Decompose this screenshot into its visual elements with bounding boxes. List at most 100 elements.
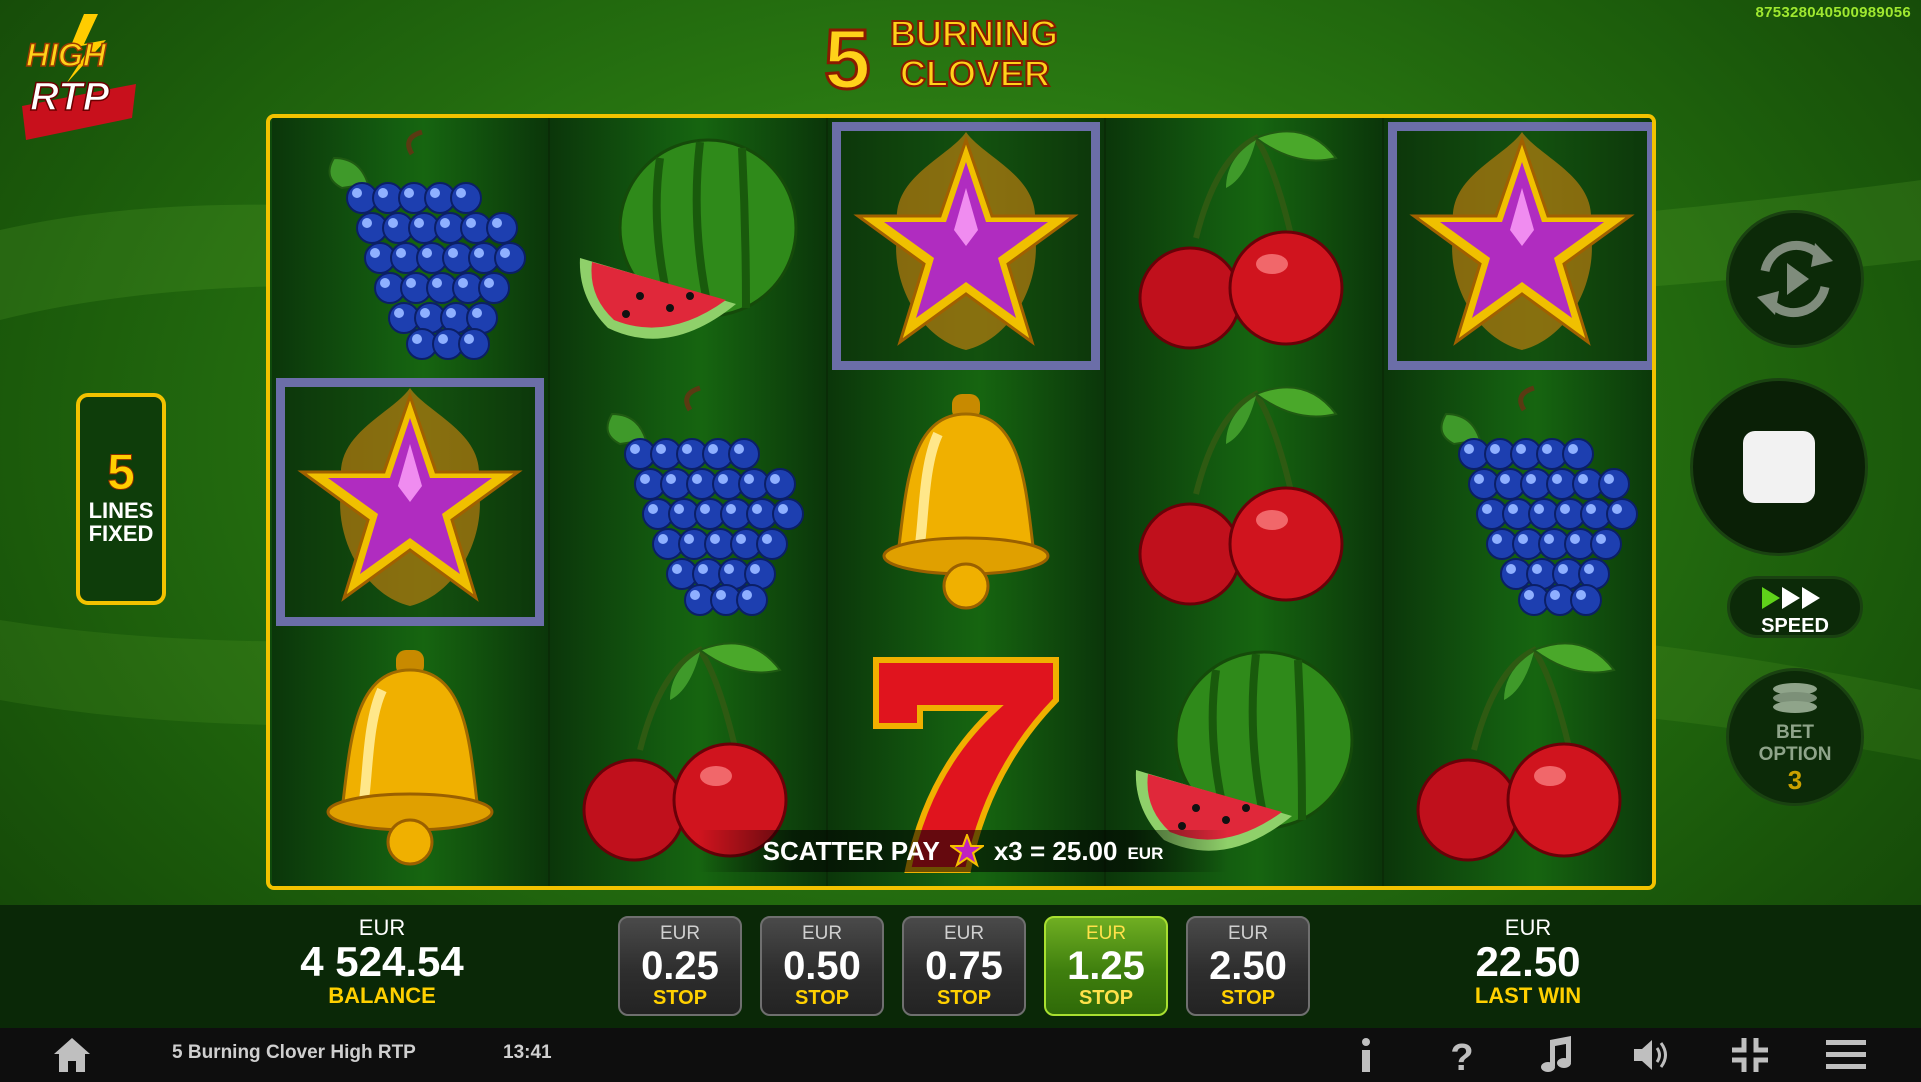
autoplay-button[interactable] bbox=[1726, 210, 1864, 348]
logo-text-rtp: RTP bbox=[30, 75, 110, 119]
watermelon-icon bbox=[579, 138, 798, 339]
bet-button-0-50[interactable]: EUR 0.50 STOP bbox=[760, 916, 884, 1016]
bet-currency: EUR bbox=[1085, 923, 1127, 944]
bet-value: 0.75 bbox=[925, 944, 1003, 988]
reel-1 bbox=[272, 118, 548, 886]
info-icon[interactable] bbox=[1344, 1034, 1388, 1076]
title-number: 5 bbox=[824, 12, 871, 96]
last-win-value: 22.50 bbox=[1475, 938, 1581, 985]
stop-square-icon bbox=[1743, 431, 1815, 503]
music-icon[interactable] bbox=[1536, 1034, 1580, 1076]
help-icon[interactable]: ? bbox=[1440, 1034, 1484, 1076]
bet-value: 0.50 bbox=[783, 944, 861, 988]
fast-forward-icon bbox=[1762, 587, 1820, 609]
reel-grid bbox=[266, 114, 1656, 890]
bet-currency: EUR bbox=[943, 923, 985, 944]
bet-currency: EUR bbox=[801, 923, 843, 944]
reel-separator bbox=[826, 118, 828, 886]
menu-icon[interactable] bbox=[1824, 1034, 1868, 1076]
coins-icon bbox=[1773, 683, 1817, 713]
game-title-logo: 5 BURNING CLOVER bbox=[823, 12, 1060, 96]
cherries-symbol bbox=[1384, 630, 1652, 886]
grapes-symbol bbox=[1384, 374, 1652, 630]
star-symbol bbox=[272, 374, 548, 630]
grapes-symbol bbox=[550, 374, 826, 630]
bet-button-0-25[interactable]: EUR 0.25 STOP bbox=[618, 916, 742, 1016]
balance-currency: EUR bbox=[358, 915, 406, 940]
bet-option-label-2: OPTION bbox=[1758, 744, 1832, 765]
watermelon-symbol bbox=[550, 118, 826, 374]
grapes-symbol bbox=[272, 118, 548, 374]
speed-button[interactable]: SPEED bbox=[1727, 576, 1863, 638]
win-multiplier: x3 = 25.00 bbox=[993, 835, 1118, 866]
home-icon[interactable] bbox=[50, 1034, 94, 1076]
grapes-icon bbox=[328, 129, 526, 360]
star-icon bbox=[949, 834, 984, 868]
title-word-burning: BURNING bbox=[890, 13, 1058, 54]
autoplay-icon bbox=[1757, 240, 1833, 318]
lines-label: LINES bbox=[88, 498, 154, 523]
last-win-currency: EUR bbox=[1504, 915, 1552, 940]
reel-4 bbox=[1106, 118, 1382, 886]
title-word-clover: CLOVER bbox=[900, 53, 1050, 94]
reel-separator bbox=[1382, 118, 1384, 886]
bet-option-label-1: BET bbox=[1776, 722, 1814, 743]
status-game-name: 5 Burning Clover High RTP bbox=[172, 1042, 416, 1063]
status-bar: 5 Burning Clover High RTP 13:41 ? bbox=[0, 1028, 1921, 1082]
last-win-label: LAST WIN bbox=[1474, 983, 1582, 1008]
fullscreen-icon[interactable] bbox=[1728, 1034, 1772, 1076]
star-icon bbox=[853, 132, 1079, 350]
reel-separator bbox=[1104, 118, 1106, 886]
spin-stop-button[interactable] bbox=[1690, 378, 1868, 556]
bet-button-0-75[interactable]: EUR 0.75 STOP bbox=[902, 916, 1026, 1016]
bet-value: 1.25 bbox=[1067, 944, 1145, 988]
win-message: SCATTER PAY x3 = 25.00 EUR bbox=[698, 830, 1228, 872]
balance-display: EUR 4 524.54 BALANCE bbox=[272, 916, 492, 1008]
bet-value: 0.25 bbox=[641, 944, 719, 988]
status-time: 13:41 bbox=[503, 1042, 552, 1063]
star-symbol bbox=[828, 118, 1104, 374]
cherries-symbol bbox=[1106, 118, 1382, 374]
bet-stop-label: STOP bbox=[652, 987, 708, 1009]
cherries-symbol bbox=[1106, 374, 1382, 630]
bell-icon bbox=[882, 394, 1050, 610]
grapes-icon bbox=[606, 385, 804, 616]
lines-fixed-badge: 5 LINES FIXED bbox=[76, 393, 166, 605]
cherries-icon bbox=[1138, 130, 1344, 350]
speed-label: SPEED bbox=[1761, 615, 1829, 637]
bet-stop-label: STOP bbox=[794, 987, 850, 1009]
balance-value: 4 524.54 bbox=[300, 938, 464, 985]
last-win-display: EUR 22.50 LAST WIN bbox=[1418, 916, 1638, 1008]
bet-currency: EUR bbox=[1227, 923, 1269, 944]
win-message-text: SCATTER PAY bbox=[762, 835, 940, 866]
balance-label: BALANCE bbox=[328, 983, 436, 1008]
bet-stop-label: STOP bbox=[1220, 987, 1276, 1009]
high-rtp-logo: HIGH RTP bbox=[22, 14, 136, 140]
bet-value: 2.50 bbox=[1209, 944, 1287, 988]
bet-option-button[interactable]: BET OPTION 3 bbox=[1726, 668, 1864, 806]
bell-icon bbox=[326, 650, 494, 866]
win-currency: EUR bbox=[1127, 844, 1164, 863]
cherries-icon bbox=[1138, 386, 1344, 606]
reel-separator bbox=[548, 118, 550, 886]
bet-button-2-50[interactable]: EUR 2.50 STOP bbox=[1186, 916, 1310, 1016]
logo-text-high: HIGH bbox=[26, 37, 107, 73]
fixed-label: FIXED bbox=[88, 521, 154, 546]
bell-symbol bbox=[828, 374, 1104, 630]
sound-icon[interactable] bbox=[1630, 1034, 1674, 1076]
bet-stop-label: STOP bbox=[1078, 987, 1134, 1009]
grapes-icon bbox=[1440, 385, 1638, 616]
reel-2 bbox=[550, 118, 826, 886]
bet-currency: EUR bbox=[659, 923, 701, 944]
reel-3 bbox=[828, 118, 1104, 886]
bell-symbol bbox=[272, 630, 548, 886]
lines-count: 5 bbox=[107, 444, 136, 500]
svg-text:?: ? bbox=[1450, 1037, 1473, 1076]
cherries-icon bbox=[1416, 642, 1622, 862]
star-icon bbox=[1409, 132, 1635, 350]
bet-button-1-25[interactable]: EUR 1.25 STOP bbox=[1044, 916, 1168, 1016]
star-icon bbox=[297, 388, 523, 606]
reel-5 bbox=[1384, 118, 1652, 886]
bet-stop-label: STOP bbox=[936, 987, 992, 1009]
session-id: 875328040500989056 bbox=[1755, 4, 1911, 21]
